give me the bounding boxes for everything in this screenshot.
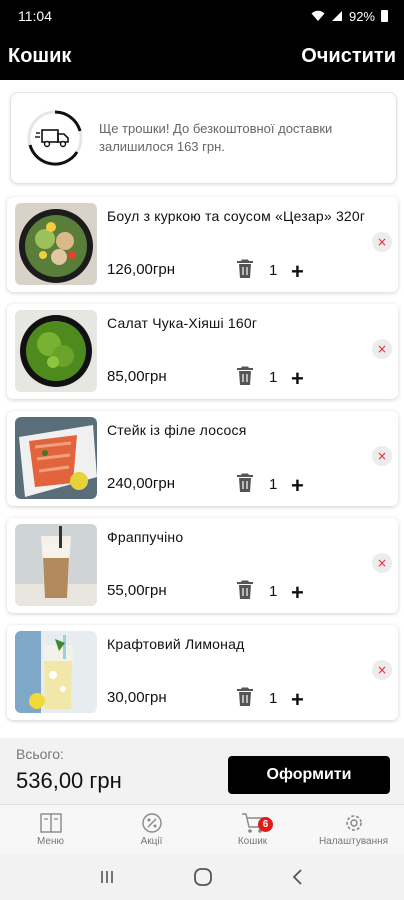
item-image	[15, 631, 97, 713]
nav-label: Налаштування	[318, 836, 389, 847]
item-name: Фраппучіно	[107, 529, 184, 545]
nav-item-menu[interactable]: Меню	[0, 805, 101, 854]
cart-count-badge: 6	[258, 817, 273, 832]
increase-quantity-button[interactable]: +	[291, 475, 304, 497]
item-image	[15, 524, 97, 606]
wifi-icon	[311, 10, 325, 21]
system-nav-bar	[0, 854, 404, 900]
percent-icon	[141, 813, 162, 833]
item-price: 240,00грн	[107, 475, 175, 492]
remove-item-button[interactable]: ×	[372, 339, 392, 359]
recent-apps-icon[interactable]	[98, 869, 116, 885]
checkout-button[interactable]: Оформити	[228, 756, 390, 794]
item-name: Стейк із філе лосося	[107, 422, 247, 438]
remove-item-button[interactable]: ×	[372, 553, 392, 573]
total-value: 536,00 грн	[16, 768, 122, 793]
cart-content: Ще трошки! До безкоштовної доставки зали…	[0, 80, 404, 738]
item-image	[15, 310, 97, 392]
gear-icon	[345, 815, 362, 831]
item-quantity: 1	[269, 262, 278, 279]
nav-label: Кошик	[237, 836, 268, 847]
item-image	[15, 203, 97, 285]
clear-cart-button[interactable]: Очистити	[301, 45, 396, 68]
cart-item: Фраппучіно 55,00грн 1 + ×	[7, 518, 398, 613]
item-price: 85,00грн	[107, 368, 167, 385]
item-price: 126,00грн	[107, 261, 175, 278]
increase-quantity-button[interactable]: +	[291, 689, 304, 711]
nav-label: Акції	[140, 836, 163, 847]
remove-item-button[interactable]: ×	[372, 660, 392, 680]
delivery-progress-card: Ще трошки! До безкоштовної доставки зали…	[10, 92, 397, 184]
increase-quantity-button[interactable]: +	[291, 582, 304, 604]
item-quantity: 1	[269, 583, 278, 600]
nav-item-cart[interactable]: 6 Кошик	[202, 805, 303, 854]
item-name: Крафтовий Лимонад	[107, 636, 245, 652]
signal-icon	[331, 11, 342, 21]
bottom-nav: Меню Акції 6 Кошик Налаштування	[0, 804, 404, 854]
nav-item-promotions[interactable]: Акції	[101, 805, 202, 854]
increase-quantity-button[interactable]: +	[291, 261, 304, 283]
remove-item-button[interactable]: ×	[372, 232, 392, 252]
status-bar: 11:04 92%	[0, 0, 404, 32]
trash-icon[interactable]	[236, 580, 254, 600]
item-image	[15, 417, 97, 499]
nav-label: Меню	[36, 836, 65, 847]
nav-item-settings[interactable]: Налаштування	[303, 805, 404, 854]
item-price: 55,00грн	[107, 582, 167, 599]
item-quantity: 1	[269, 369, 278, 386]
increase-quantity-button[interactable]: +	[291, 368, 304, 390]
status-time: 11:04	[18, 8, 52, 24]
trash-icon[interactable]	[236, 259, 254, 279]
item-quantity: 1	[269, 476, 278, 493]
home-icon[interactable]	[193, 867, 213, 887]
item-name: Боул з куркою та соусом «Цезар» 320г	[107, 208, 366, 224]
app-bar: Кошик Очистити	[0, 32, 404, 80]
cart-item: Крафтовий Лимонад 30,00грн 1 + ×	[7, 625, 398, 720]
item-quantity: 1	[269, 690, 278, 707]
trash-icon[interactable]	[236, 687, 254, 707]
page-title: Кошик	[8, 44, 72, 67]
order-summary: Всього: 536,00 грн Оформити	[0, 738, 404, 804]
delivery-truck-icon	[27, 110, 83, 166]
cart-item: Салат Чука-Хіяші 160г 85,00грн 1 + ×	[7, 304, 398, 399]
back-icon[interactable]	[290, 868, 306, 886]
trash-icon[interactable]	[236, 473, 254, 493]
total-label: Всього:	[16, 746, 64, 762]
remove-item-button[interactable]: ×	[372, 446, 392, 466]
menu-book-icon	[39, 813, 62, 833]
cart-item: Боул з куркою та соусом «Цезар» 320г 126…	[7, 197, 398, 292]
battery-percent: 92%	[348, 8, 375, 24]
cart-item: Стейк із філе лосося 240,00грн 1 + ×	[7, 411, 398, 506]
delivery-message: Ще трошки! До безкоштовної доставки зали…	[99, 121, 333, 154]
battery-icon	[381, 10, 388, 22]
item-price: 30,00грн	[107, 689, 167, 706]
trash-icon[interactable]	[236, 366, 254, 386]
item-name: Салат Чука-Хіяші 160г	[107, 315, 258, 331]
